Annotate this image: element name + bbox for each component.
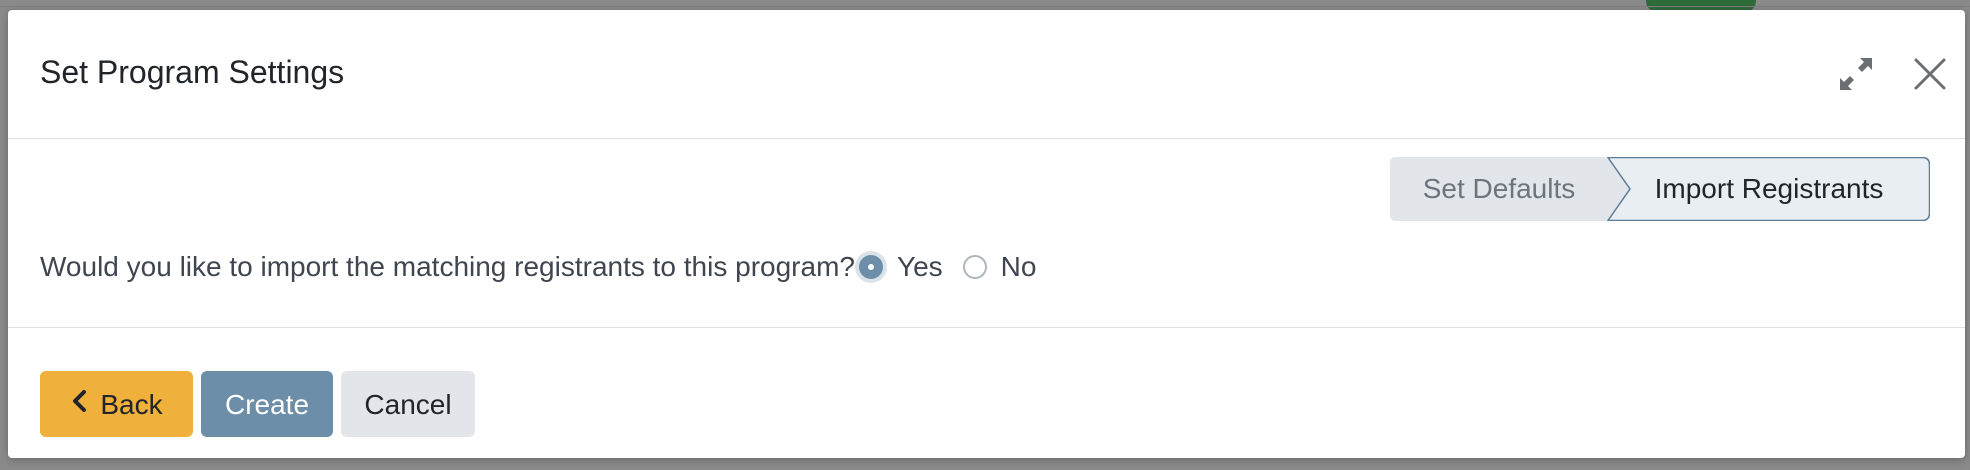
step-import-registrants[interactable]: Import Registrants — [1608, 157, 1930, 221]
radio-yes-label: Yes — [896, 251, 943, 282]
wizard-steps: Set Defaults Import Registrants — [1390, 157, 1930, 221]
create-button[interactable]: Create — [201, 371, 333, 437]
modal-header: Set Program Settings — [8, 10, 1965, 139]
modal-footer: Back Create Cancel — [8, 327, 1965, 459]
close-x-icon[interactable] — [1908, 52, 1952, 96]
radio-yes[interactable] — [858, 255, 883, 279]
background-row-line — [0, 6, 1970, 7]
radio-option-yes[interactable]: Yes — [858, 251, 943, 283]
radio-no-label: No — [1000, 251, 1037, 282]
step-set-defaults[interactable]: Set Defaults — [1390, 157, 1608, 221]
import-question-row: Would you like to import the matching re… — [40, 243, 1056, 291]
cancel-button[interactable]: Cancel — [341, 371, 475, 437]
import-question-label: Would you like to import the matching re… — [40, 251, 855, 282]
modal-dialog: Set Program Settings Set Defaults Import… — [8, 10, 1965, 458]
import-radio-group: Yes No — [858, 251, 1056, 283]
expand-arrows-icon[interactable] — [1836, 54, 1876, 94]
modal-title: Set Program Settings — [40, 54, 345, 90]
radio-no[interactable] — [962, 255, 987, 279]
radio-option-no[interactable]: No — [962, 251, 1037, 283]
back-button[interactable]: Back — [40, 371, 193, 437]
back-button-label: Back — [100, 389, 163, 420]
chevron-left-icon — [70, 371, 88, 437]
modal-body: Set Defaults Import Registrants Would yo… — [8, 139, 1965, 327]
